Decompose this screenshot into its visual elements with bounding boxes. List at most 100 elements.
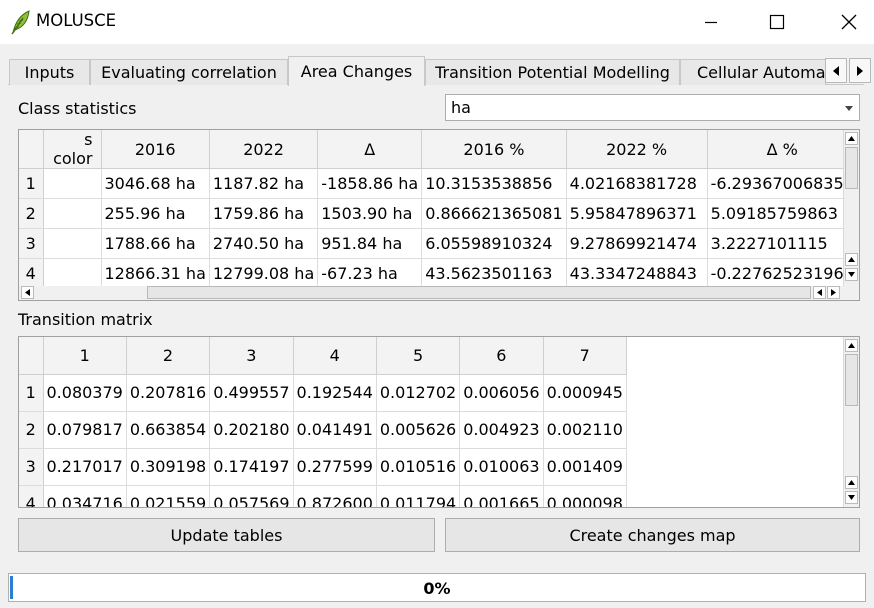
- table-cell[interactable]: 0.277599: [293, 448, 377, 486]
- row-header[interactable]: 3: [19, 448, 44, 486]
- table-cell[interactable]: [43, 198, 102, 229]
- table-cell[interactable]: 0.866621365081: [421, 198, 567, 229]
- maximize-button[interactable]: [752, 0, 802, 44]
- table-cell[interactable]: 0.202180: [209, 411, 294, 449]
- table-cell[interactable]: 9.27869921474: [566, 228, 708, 259]
- table-cell[interactable]: 1187.82 ha: [209, 168, 319, 199]
- table-cell[interactable]: 6.05598910324: [421, 228, 567, 259]
- table-cell[interactable]: 0.079817: [43, 411, 127, 449]
- table-cell[interactable]: 0.006056: [459, 374, 544, 412]
- scrollbar-thumb[interactable]: [845, 354, 858, 406]
- table-cell[interactable]: 10.3153538856: [421, 168, 567, 199]
- column-header[interactable]: 3: [209, 337, 294, 375]
- table-cell[interactable]: -6.29367006835: [707, 168, 858, 199]
- column-header[interactable]: 6: [459, 337, 544, 375]
- table-cell[interactable]: [43, 228, 102, 259]
- scrollbar-thumb[interactable]: [147, 286, 811, 299]
- tab-scroll-left-button[interactable]: [825, 58, 847, 83]
- table-cell[interactable]: 951.84 ha: [317, 228, 423, 259]
- table-cell[interactable]: 1759.86 ha: [209, 198, 319, 229]
- table-cell[interactable]: 0.011794: [376, 485, 461, 507]
- table-cell[interactable]: [43, 258, 102, 289]
- column-header[interactable]: 2016: [101, 130, 210, 169]
- table-cell[interactable]: 1788.66 ha: [101, 228, 210, 259]
- table-cell[interactable]: -67.23 ha: [317, 258, 423, 289]
- table-cell[interactable]: 0.080379: [43, 374, 127, 412]
- table-cell[interactable]: 12866.31 ha: [101, 258, 210, 289]
- vertical-scrollbar[interactable]: [843, 130, 859, 286]
- tab-transition-potential-modelling[interactable]: Transition Potential Modelling: [425, 59, 680, 85]
- table-cell[interactable]: 0.192544: [293, 374, 377, 412]
- scroll-left-button[interactable]: [813, 286, 826, 299]
- row-header[interactable]: 2: [19, 198, 44, 229]
- table-cell[interactable]: 255.96 ha: [101, 198, 210, 229]
- scroll-down-button[interactable]: [845, 268, 858, 281]
- scroll-right-button[interactable]: [827, 286, 840, 299]
- scrollbar-thumb[interactable]: [845, 147, 858, 189]
- table-cell[interactable]: 0.012702: [376, 374, 461, 412]
- scroll-down-button[interactable]: [845, 491, 858, 504]
- row-header[interactable]: 1: [19, 374, 44, 412]
- table-cell[interactable]: 0.034716: [43, 485, 127, 507]
- close-button[interactable]: [824, 0, 874, 44]
- unit-select[interactable]: ha: [445, 94, 860, 121]
- column-header[interactable]: 5: [376, 337, 461, 375]
- table-cell[interactable]: 0.174197: [209, 448, 294, 486]
- table-cell[interactable]: 0.000945: [543, 374, 627, 412]
- table-cell[interactable]: 43.5623501163: [421, 258, 567, 289]
- table-cell[interactable]: 0.004923: [459, 411, 544, 449]
- row-header[interactable]: 4: [19, 258, 44, 289]
- table-cell[interactable]: 0.872600: [293, 485, 377, 507]
- table-cell[interactable]: 3.2227101115: [707, 228, 858, 259]
- table-cell[interactable]: 2740.50 ha: [209, 228, 319, 259]
- column-header[interactable]: s color: [43, 130, 102, 169]
- scroll-up-button[interactable]: [845, 132, 858, 145]
- row-header[interactable]: 3: [19, 228, 44, 259]
- tab-area-changes[interactable]: Area Changes: [288, 56, 425, 86]
- tab-inputs[interactable]: Inputs: [9, 59, 90, 85]
- horizontal-scrollbar[interactable]: [19, 286, 859, 300]
- table-cell[interactable]: 0.309198: [126, 448, 211, 486]
- table-cell[interactable]: -1858.86 ha: [317, 168, 423, 199]
- column-header[interactable]: 7: [543, 337, 627, 375]
- table-cell[interactable]: [43, 168, 102, 199]
- column-header[interactable]: 2022: [209, 130, 319, 169]
- tab-scroll-right-button[interactable]: [849, 58, 871, 83]
- table-cell[interactable]: 0.002110: [543, 411, 627, 449]
- table-cell[interactable]: 12799.08 ha: [209, 258, 319, 289]
- table-cell[interactable]: 0.207816: [126, 374, 211, 412]
- tab-evaluating-correlation[interactable]: Evaluating correlation: [90, 59, 288, 85]
- column-header[interactable]: 2: [126, 337, 211, 375]
- table-cell[interactable]: 0.663854: [126, 411, 211, 449]
- table-cell[interactable]: 0.010516: [376, 448, 461, 486]
- table-cell[interactable]: 0.005626: [376, 411, 461, 449]
- create-changes-map-button[interactable]: Create changes map: [445, 518, 860, 552]
- table-cell[interactable]: 5.09185759863: [707, 198, 858, 229]
- table-cell[interactable]: 0.499557: [209, 374, 294, 412]
- table-cell[interactable]: 1503.90 ha: [317, 198, 423, 229]
- table-cell[interactable]: 4.02168381728: [566, 168, 708, 199]
- row-header[interactable]: 1: [19, 168, 44, 199]
- scroll-up-button[interactable]: [845, 476, 858, 489]
- table-cell[interactable]: 0.001665: [459, 485, 544, 507]
- scroll-up-button[interactable]: [845, 339, 858, 352]
- column-header[interactable]: 1: [43, 337, 127, 375]
- table-cell[interactable]: 0.041491: [293, 411, 377, 449]
- table-cell[interactable]: 3046.68 ha: [101, 168, 210, 199]
- scroll-up-button[interactable]: [845, 253, 858, 266]
- tab-cellular-automata[interactable]: Cellular Automata: [680, 59, 826, 85]
- row-header[interactable]: 4: [19, 485, 44, 507]
- table-cell[interactable]: 0.000098: [543, 485, 627, 507]
- column-header[interactable]: 2022 %: [566, 130, 708, 169]
- update-tables-button[interactable]: Update tables: [18, 518, 435, 552]
- table-cell[interactable]: 43.3347248843: [566, 258, 708, 289]
- table-cell[interactable]: 5.95847896371: [566, 198, 708, 229]
- column-header[interactable]: Δ: [317, 130, 423, 169]
- table-cell[interactable]: 0.010063: [459, 448, 544, 486]
- scroll-left-button[interactable]: [21, 286, 34, 299]
- table-cell[interactable]: 0.217017: [43, 448, 127, 486]
- vertical-scrollbar[interactable]: [843, 337, 859, 507]
- table-cell[interactable]: -0.227625231967: [707, 258, 858, 289]
- column-header[interactable]: 4: [293, 337, 377, 375]
- table-cell[interactable]: 0.057569: [209, 485, 294, 507]
